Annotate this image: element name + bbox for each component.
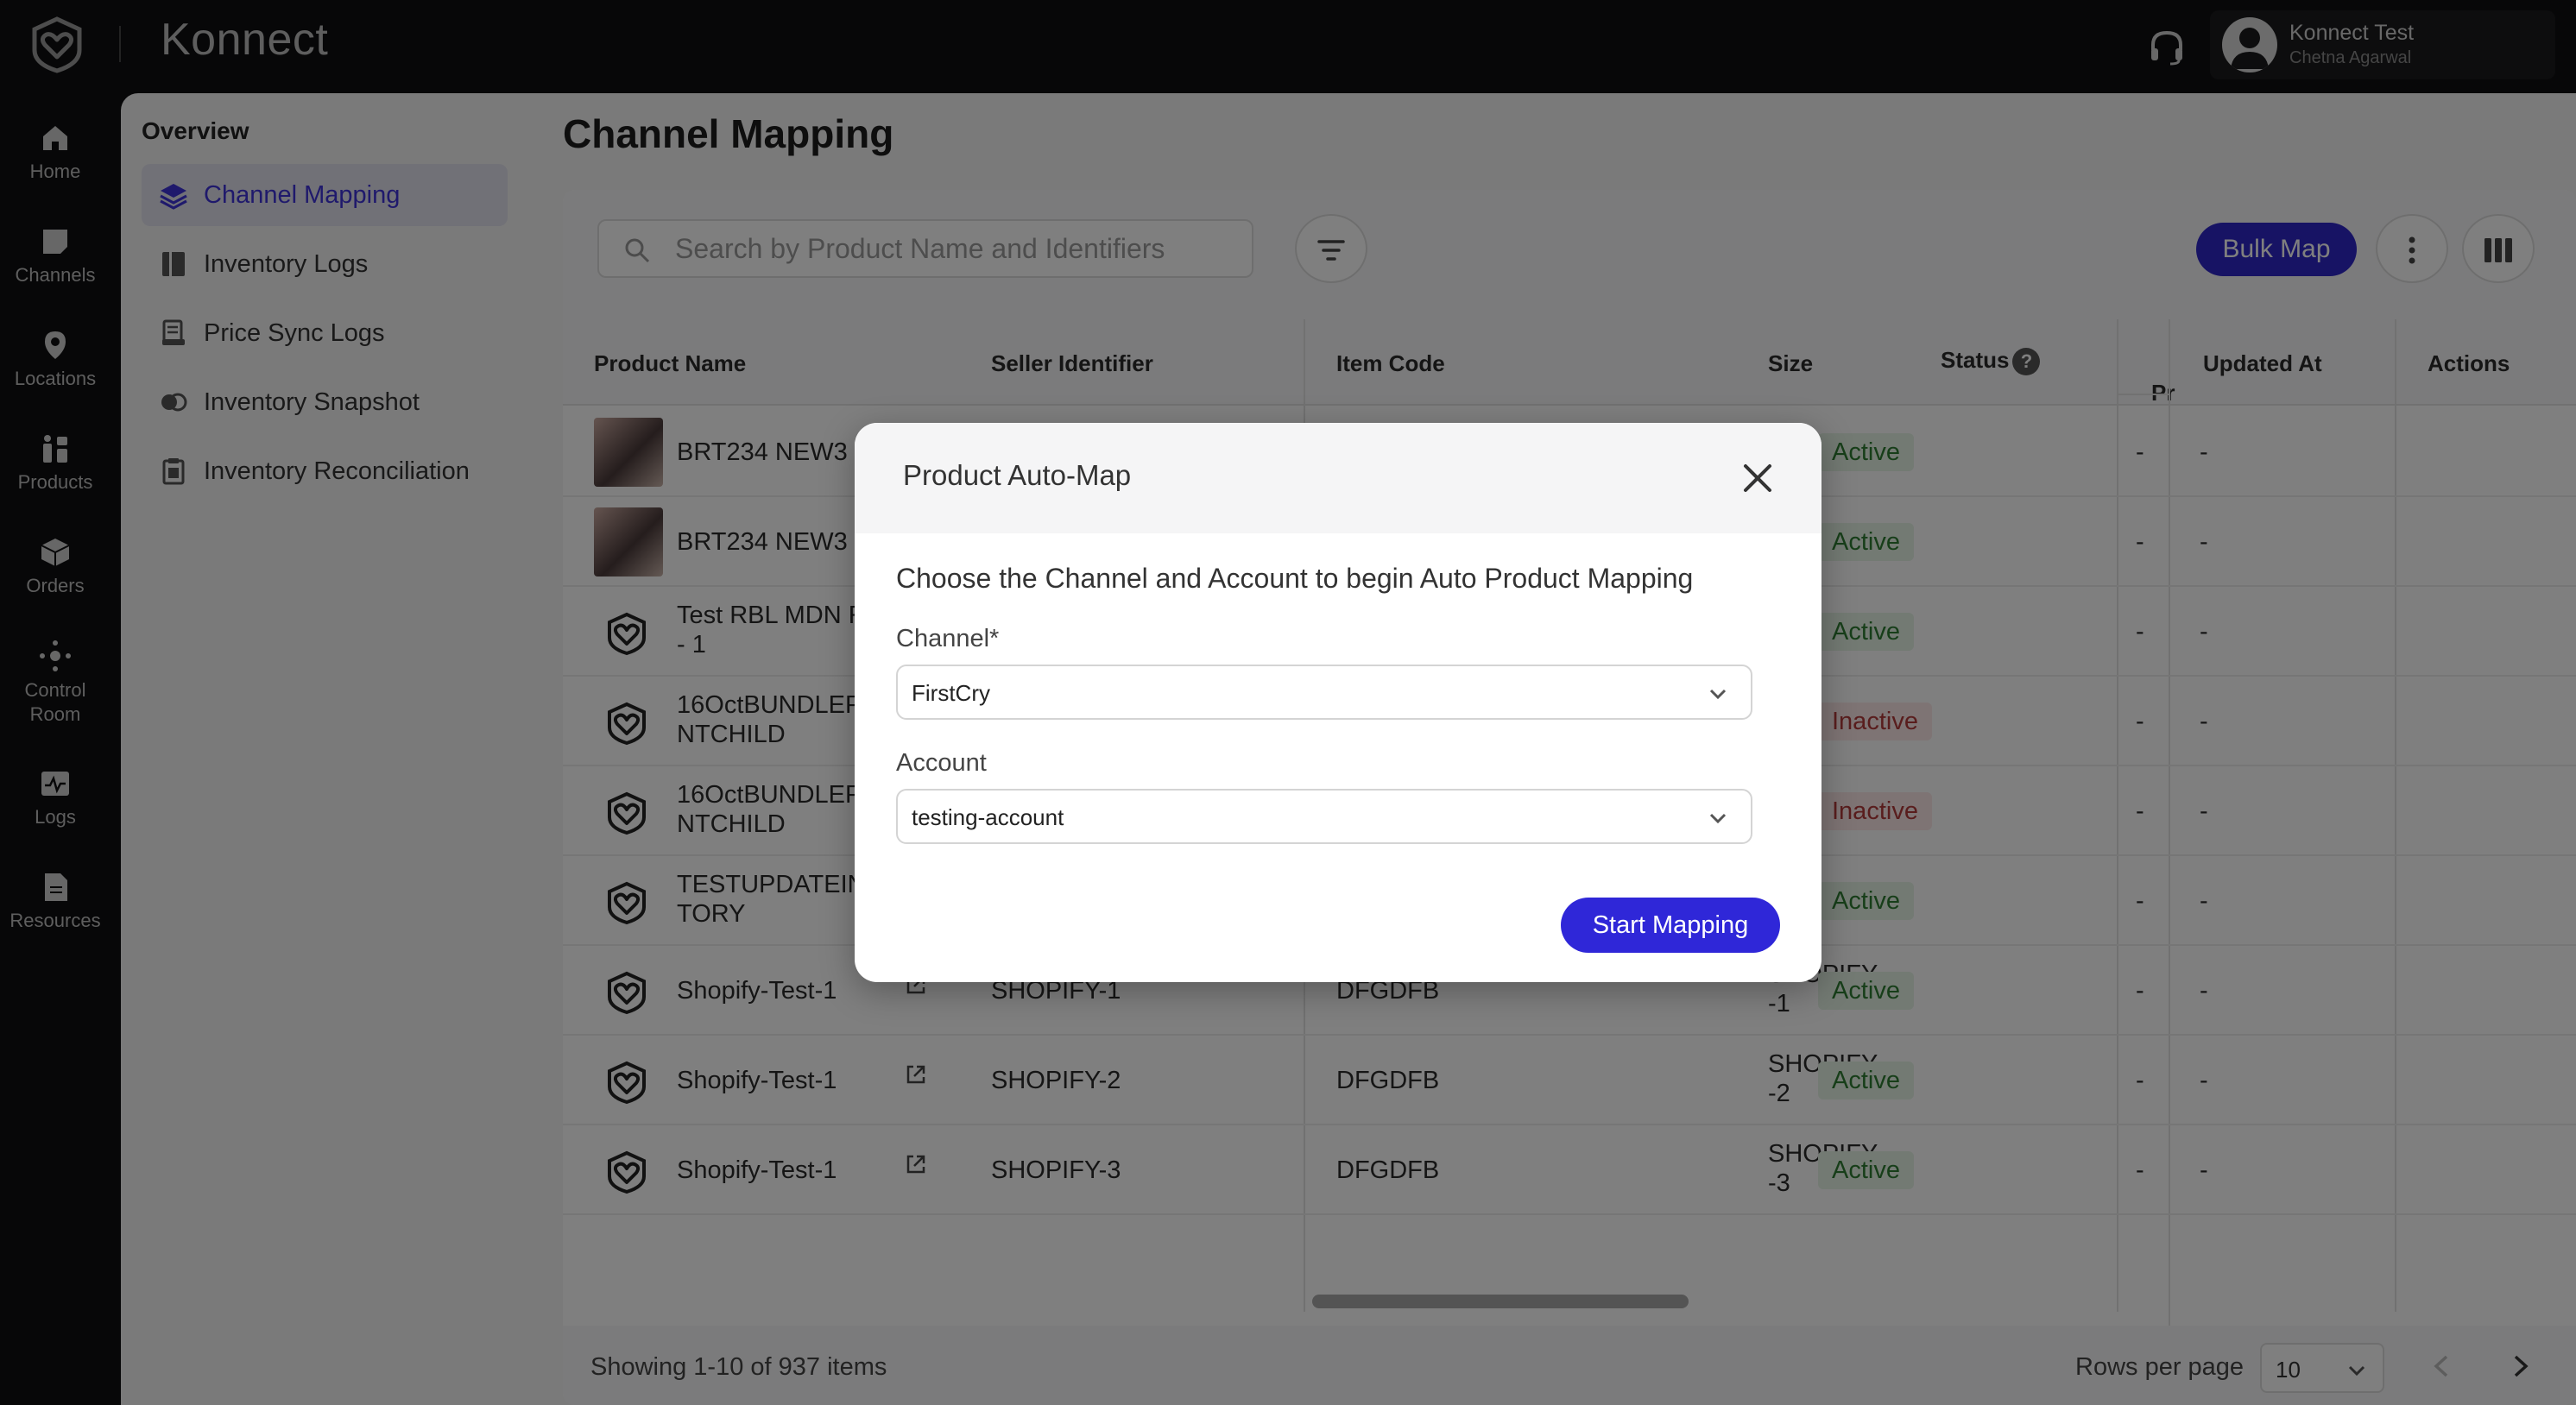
channel-value: FirstCry [912,680,990,706]
dialog-description: Choose the Channel and Account to begin … [896,563,1694,594]
close-icon[interactable] [1739,459,1777,497]
channel-label: Channel* [896,625,1000,652]
account-value: testing-account [912,804,1064,830]
start-mapping-button[interactable]: Start Mapping [1561,898,1780,953]
channel-select[interactable]: FirstCry [896,665,1752,720]
dialog-header: Product Auto-Map [855,423,1822,533]
chevron-down-icon [1709,813,1727,824]
product-auto-map-dialog: Product Auto-Map Choose the Channel and … [855,423,1822,982]
chevron-down-icon [1709,689,1727,700]
account-label: Account [896,749,987,777]
dialog-title: Product Auto-Map [903,459,1132,491]
account-select[interactable]: testing-account [896,789,1752,844]
